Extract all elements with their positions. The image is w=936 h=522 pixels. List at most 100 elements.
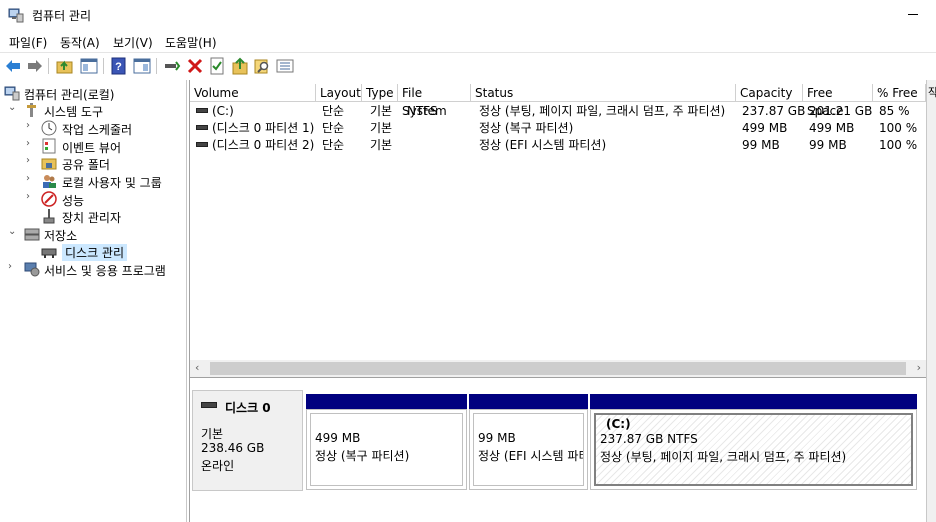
scroll-left-icon[interactable]: ‹: [195, 361, 199, 374]
toolbar-separator: [48, 58, 49, 74]
tree-label: 장치 관리자: [62, 211, 122, 225]
volume-icon: [196, 125, 208, 130]
capacity-cell: 237.87 GB: [742, 104, 806, 118]
navigation-tree: 컴퓨터 관리(로컬) ⌄ 시스템 도구 › 작업 스케줄러 › 이벤트 뷰어 ›…: [0, 80, 187, 522]
disk-icon: [201, 402, 217, 408]
chevron-right-icon[interactable]: ›: [26, 138, 36, 149]
horizontal-scrollbar[interactable]: ‹ ›: [190, 360, 926, 377]
scroll-right-icon[interactable]: ›: [917, 361, 921, 374]
up-folder-icon[interactable]: [56, 57, 74, 75]
tree-item-root[interactable]: 컴퓨터 관리(로컬): [4, 84, 184, 102]
chevron-right-icon[interactable]: ›: [8, 261, 18, 272]
svg-text:?: ?: [115, 61, 122, 73]
column-header-volume[interactable]: Volume: [190, 84, 316, 102]
partition-body: 499 MB 정상 (복구 파티션): [306, 409, 467, 490]
properties-icon[interactable]: [208, 57, 226, 75]
computer-management-icon: [4, 86, 20, 101]
tree-item-device-manager[interactable]: 장치 관리자: [4, 207, 184, 225]
column-header-free-space[interactable]: Free Space: [803, 84, 873, 118]
free-space-cell: 499 MB: [809, 121, 855, 135]
partition-bar: [590, 394, 917, 409]
search-icon[interactable]: [253, 57, 271, 75]
disk-name: 디스크 0: [225, 401, 271, 415]
chevron-down-icon[interactable]: ⌄: [8, 102, 18, 113]
partition-status: 정상 (부팅, 페이지 파일, 크래시 덤프, 주 파티션): [600, 450, 847, 464]
volume-icon: [196, 108, 208, 113]
column-header-capacity[interactable]: Capacity: [736, 84, 803, 102]
export-icon[interactable]: [231, 57, 249, 75]
show-hide-action-pane-icon[interactable]: [133, 57, 151, 75]
tree-item-shared-folders[interactable]: › 공유 폴더: [4, 154, 184, 172]
back-icon[interactable]: [4, 57, 22, 75]
layout-cell: 단순: [322, 121, 345, 135]
chevron-right-icon[interactable]: ›: [26, 191, 36, 202]
minimize-button[interactable]: [890, 0, 936, 30]
menu-action[interactable]: 동작(A): [60, 34, 100, 51]
partition-body: 99 MB 정상 (EFI 시스템 파티: [469, 409, 588, 490]
chevron-right-icon[interactable]: ›: [26, 173, 36, 184]
storage-icon: [24, 228, 40, 241]
list-icon[interactable]: [276, 57, 294, 75]
table-row[interactable]: (C:) 단순 기본 NTFS 정상 (부팅, 페이지 파일, 크래시 덤프, …: [190, 103, 926, 120]
chevron-right-icon[interactable]: ›: [26, 120, 36, 131]
tree-item-disk-management[interactable]: 디스크 관리: [4, 242, 184, 261]
tree-item-performance[interactable]: › 성능: [4, 190, 184, 208]
volume-list-header: Volume Layout Type File System Status Ca…: [190, 84, 926, 118]
partition-status: 정상 (복구 파티션): [315, 449, 410, 463]
tree-label: 작업 스케줄러: [62, 123, 133, 137]
partition-c[interactable]: (C:) 237.87 GB NTFS 정상 (부팅, 페이지 파일, 크래시 …: [590, 394, 917, 490]
delete-icon[interactable]: [186, 57, 204, 75]
connect-icon[interactable]: [163, 57, 181, 75]
volume-cell: (디스크 0 파티션 1): [196, 120, 314, 137]
performance-icon: [41, 191, 57, 207]
device-manager-icon: [43, 209, 55, 224]
chevron-right-icon[interactable]: ›: [26, 155, 36, 166]
volume-cell: (디스크 0 파티션 2): [196, 137, 314, 154]
percent-free-cell: 100 %: [879, 121, 918, 135]
free-space-cell: 201.21 GB: [809, 104, 873, 118]
disk-info-panel[interactable]: 디스크 0 기본 238.46 GB 온라인: [192, 390, 303, 491]
help-icon[interactable]: ?: [110, 57, 128, 75]
disk-size: 238.46 GB: [201, 441, 265, 455]
column-header-layout[interactable]: Layout: [316, 84, 362, 102]
menu-view[interactable]: 보기(V): [113, 34, 153, 51]
tree-label: 시스템 도구: [44, 105, 104, 119]
column-header-file-system[interactable]: File System: [398, 84, 471, 118]
menu-bar: 파일(F) 동작(A) 보기(V) 도움말(H): [0, 30, 936, 52]
chevron-down-icon[interactable]: ⌄: [8, 226, 18, 237]
partition-bar: [469, 394, 588, 409]
column-header-percent-free[interactable]: % Free: [873, 84, 926, 102]
tree-item-system-tools[interactable]: ⌄ 시스템 도구: [4, 101, 184, 119]
table-row[interactable]: (디스크 0 파티션 1) 단순 기본 정상 (복구 파티션) 499 MB 4…: [190, 120, 926, 137]
tree-item-task-scheduler[interactable]: › 작업 스케줄러: [4, 119, 184, 137]
percent-free-cell: 100 %: [879, 138, 918, 152]
free-space-cell: 99 MB: [809, 138, 847, 152]
disk-management-icon: [41, 248, 57, 258]
disk-graph-view: 디스크 0 기본 238.46 GB 온라인 499 MB 정상 (복구 파티션…: [190, 380, 926, 522]
column-header-status[interactable]: Status: [471, 84, 736, 102]
window-title: 컴퓨터 관리: [32, 9, 92, 23]
action-pane-edge[interactable]: 작: [926, 80, 936, 522]
scrollbar-thumb[interactable]: [210, 362, 906, 375]
partition-size: 99 MB: [478, 431, 516, 445]
volume-cell: (C:): [196, 103, 234, 120]
forward-icon[interactable]: [26, 57, 44, 75]
toolbar-separator: [103, 58, 104, 74]
column-header-type[interactable]: Type: [362, 84, 398, 102]
show-hide-tree-icon[interactable]: [80, 57, 98, 75]
status-cell: 정상 (부팅, 페이지 파일, 크래시 덤프, 주 파티션): [479, 104, 726, 118]
status-cell: 정상 (EFI 시스템 파티션): [479, 138, 607, 152]
tree-item-services[interactable]: › 서비스 및 응용 프로그램: [4, 260, 184, 278]
tree-item-event-viewer[interactable]: › 이벤트 뷰어: [4, 137, 184, 155]
menu-file[interactable]: 파일(F): [9, 34, 47, 51]
tree-item-local-users[interactable]: › 로컬 사용자 및 그룹: [4, 172, 184, 190]
tree-item-storage[interactable]: ⌄ 저장소: [4, 225, 184, 243]
partition-efi[interactable]: 99 MB 정상 (EFI 시스템 파티: [469, 394, 588, 490]
system-tools-icon: [27, 103, 36, 117]
toolbar-separator: [156, 58, 157, 74]
menu-help[interactable]: 도움말(H): [165, 34, 217, 51]
tree-label: 서비스 및 응용 프로그램: [44, 264, 166, 278]
partition-recovery[interactable]: 499 MB 정상 (복구 파티션): [306, 394, 467, 490]
table-row[interactable]: (디스크 0 파티션 2) 단순 기본 정상 (EFI 시스템 파티션) 99 …: [190, 137, 926, 154]
layout-cell: 단순: [322, 138, 345, 152]
